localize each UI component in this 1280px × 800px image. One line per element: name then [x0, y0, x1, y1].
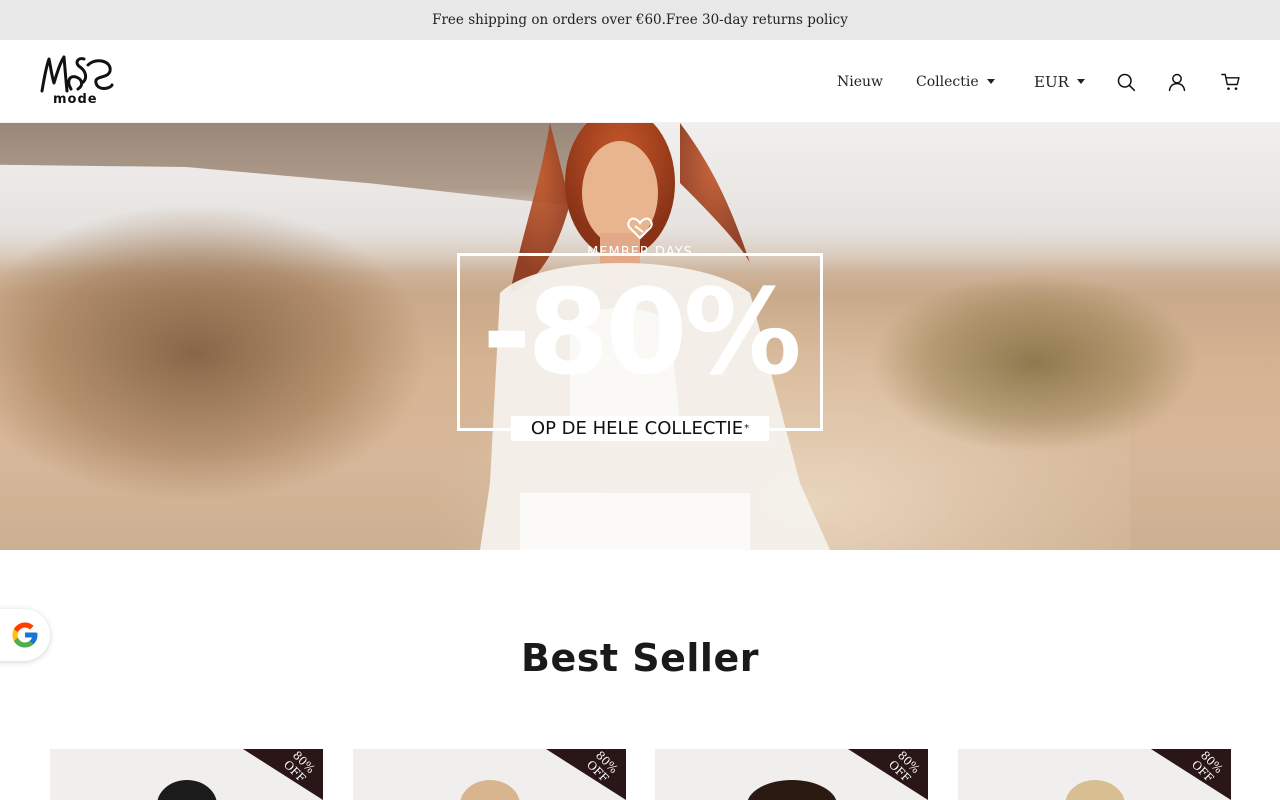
account-button[interactable]: [1165, 40, 1189, 123]
user-icon: [1165, 70, 1189, 94]
heart-icon: [627, 217, 653, 240]
currency-label: EUR: [1034, 72, 1069, 91]
promo-kicker: MEMBER DAYS: [587, 245, 693, 260]
nav-item-collection[interactable]: Collectie: [916, 40, 995, 123]
product-image: [746, 780, 837, 800]
hero-brush-right: [870, 273, 1200, 453]
promo-subline-text: OP DE HELE COLLECTIE: [530, 418, 744, 439]
search-icon: [1114, 70, 1138, 94]
nav-item-new-label: Nieuw: [837, 73, 884, 90]
product-image: [156, 780, 217, 800]
nav-item-collection-label: Collectie: [916, 73, 979, 90]
product-image: [1064, 780, 1125, 800]
logo[interactable]: mode: [40, 53, 116, 109]
announcement-text: Free shipping on orders over €60.Free 30…: [432, 12, 848, 28]
product-card[interactable]: 80% OFF: [353, 749, 626, 800]
product-card[interactable]: 80% OFF: [655, 749, 928, 800]
product-image: [459, 780, 520, 800]
sale-badge: 80% OFF: [848, 749, 928, 800]
currency-selector[interactable]: EUR: [1034, 40, 1085, 123]
search-button[interactable]: [1114, 40, 1138, 123]
sale-badge: 80% OFF: [1151, 749, 1231, 800]
chevron-down-icon: [986, 79, 995, 84]
nav-item-new[interactable]: Nieuw: [837, 40, 883, 123]
promo-subline-mark: *: [744, 423, 750, 434]
cart-button[interactable]: [1219, 40, 1243, 123]
hero-banner[interactable]: MEMBER DAYS -80% OP DE HELE COLLECTIE *: [0, 123, 1280, 550]
product-card[interactable]: 80% OFF: [50, 749, 323, 800]
main-nav: Nieuw Collectie EUR: [0, 40, 1280, 123]
promo-discount: -80%: [482, 263, 801, 401]
announcement-bar: Free shipping on orders over €60.Free 30…: [0, 0, 1280, 40]
product-card[interactable]: 80% OFF: [958, 749, 1231, 800]
chevron-down-icon: [1076, 79, 1085, 84]
logo-subtext: mode: [53, 92, 98, 107]
cart-icon: [1219, 70, 1243, 94]
product-grid: 80% OFF 80% OFF 80% OFF 80% OFF: [50, 749, 1231, 800]
site-header: mode Nieuw Collectie EUR: [0, 40, 1280, 123]
section-title-best-seller: Best Seller: [521, 636, 759, 680]
sale-badge: 80% OFF: [243, 749, 323, 800]
promo-subline: OP DE HELE COLLECTIE *: [511, 416, 769, 441]
sale-badge: 80% OFF: [546, 749, 626, 800]
